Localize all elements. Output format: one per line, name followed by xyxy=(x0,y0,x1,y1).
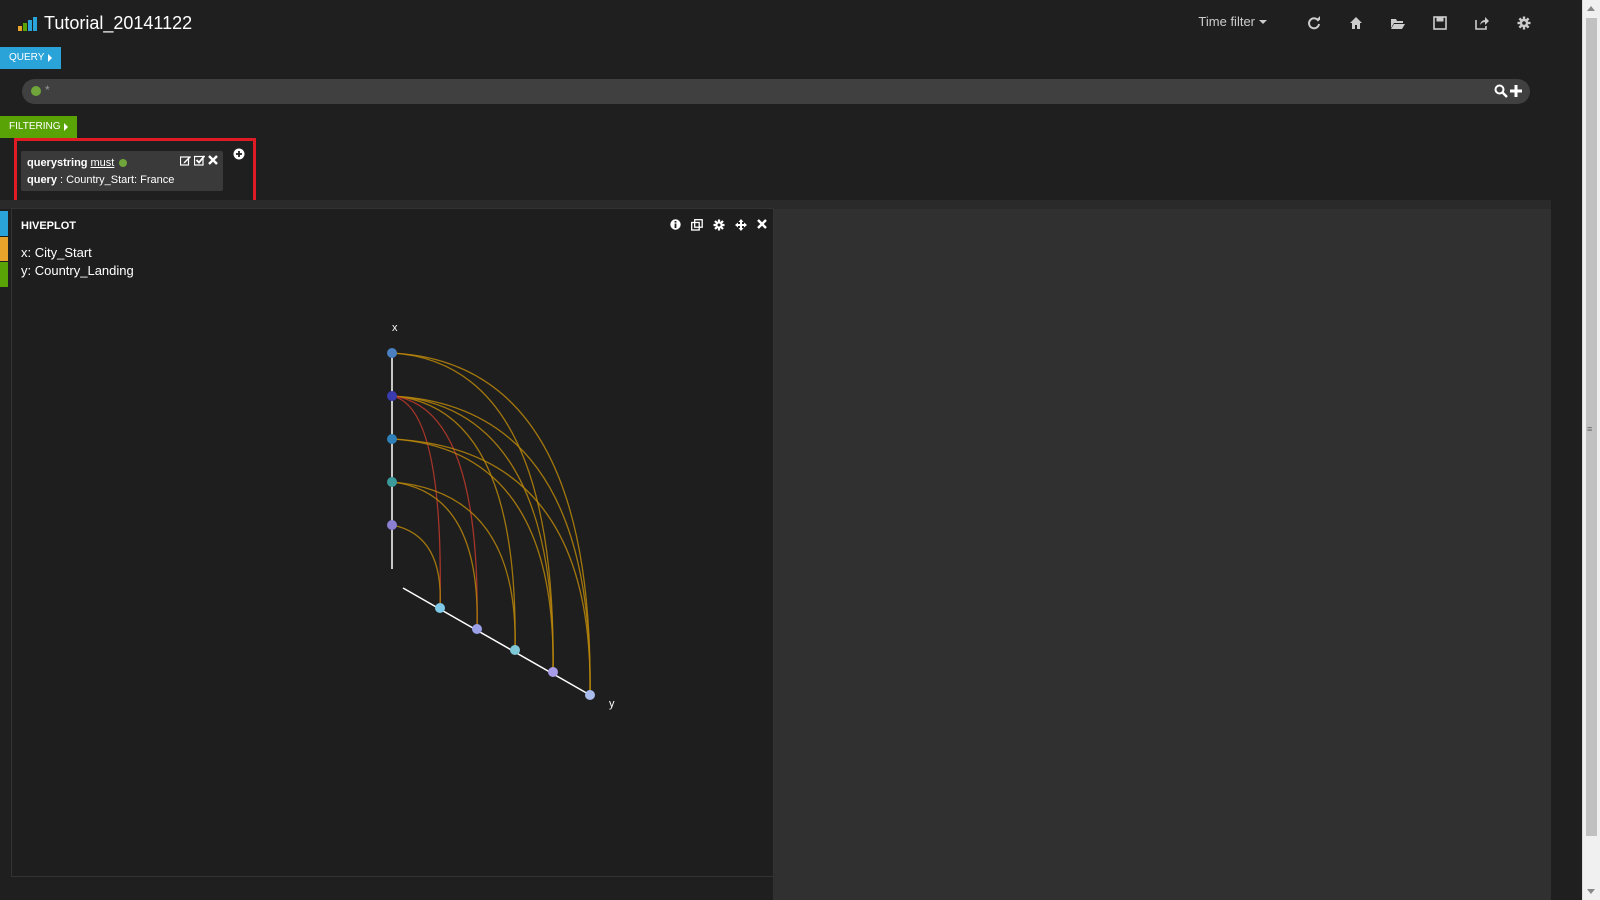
row-gutter xyxy=(0,209,11,900)
caret-right-icon xyxy=(64,123,69,131)
folder-open-icon[interactable] xyxy=(1377,14,1419,30)
filter-value: Country_Start: France xyxy=(66,174,175,186)
add-query-icon[interactable] xyxy=(1510,84,1522,98)
x-axis-node[interactable] xyxy=(387,348,397,358)
time-filter-label: Time filter xyxy=(1198,14,1255,30)
dashboard-title: Tutorial_20141122 xyxy=(44,13,193,33)
x-axis-node[interactable] xyxy=(387,520,397,530)
hiveplot-chart: x y xyxy=(387,322,615,710)
brand[interactable]: Tutorial_20141122 xyxy=(18,13,192,34)
gear-icon[interactable] xyxy=(1503,14,1545,30)
filter-type: querystring xyxy=(27,157,88,169)
row-settings-tab[interactable] xyxy=(0,237,8,261)
time-filter-dropdown[interactable]: Time filter xyxy=(1198,14,1267,29)
dashboard-logo-icon xyxy=(18,16,40,31)
hive-links xyxy=(391,352,591,696)
query-color-dot[interactable] xyxy=(31,86,41,96)
y-axis-line xyxy=(402,587,591,696)
hiveplot-panel: HIVEPLOT x: City_Start y: Country_Landin… xyxy=(11,208,774,877)
x-axis-label: x xyxy=(392,322,398,334)
y-axis-node[interactable] xyxy=(585,690,595,700)
toggle-check-icon[interactable] xyxy=(194,155,205,166)
empty-dashboard-area xyxy=(773,209,1551,900)
y-axis-node[interactable] xyxy=(548,667,558,677)
hive-link xyxy=(391,395,516,651)
filter-separator: : xyxy=(56,174,67,186)
share-icon[interactable] xyxy=(1461,14,1503,30)
nav-actions: Time filter xyxy=(1198,14,1545,30)
query-text: * xyxy=(45,83,50,97)
edit-icon[interactable] xyxy=(180,155,191,166)
caret-right-icon xyxy=(48,54,53,62)
filtering-toggle[interactable]: FILTERING xyxy=(0,116,78,138)
top-navbar: Tutorial_20141122 Time filter xyxy=(0,0,1583,46)
home-icon[interactable] xyxy=(1335,14,1377,30)
hive-link xyxy=(391,352,591,696)
filter-key: query xyxy=(27,174,57,186)
hive-link xyxy=(391,481,478,630)
save-icon[interactable] xyxy=(1419,14,1461,30)
hive-link xyxy=(391,395,441,609)
filter-query: query : Country_Start: France xyxy=(27,174,174,186)
scroll-down-arrow-icon[interactable] xyxy=(1587,889,1595,894)
hive-link xyxy=(391,438,591,696)
x-axis-node[interactable] xyxy=(387,434,397,444)
filter-header: querystring must xyxy=(27,157,128,169)
caret-down-icon xyxy=(1259,19,1267,24)
scroll-up-arrow-icon[interactable] xyxy=(1587,6,1595,11)
query-input[interactable]: * xyxy=(22,79,1530,104)
add-filter-icon[interactable] xyxy=(233,148,245,160)
search-icon[interactable] xyxy=(1494,84,1508,98)
filter-mode-link[interactable]: must xyxy=(91,157,115,169)
refresh-icon[interactable] xyxy=(1293,14,1335,30)
filter-card[interactable]: querystring must query : Country_Start: … xyxy=(21,151,223,191)
query-label: QUERY xyxy=(9,52,45,63)
filter-actions xyxy=(180,155,218,166)
query-toggle[interactable]: QUERY xyxy=(0,47,62,69)
y-axis-node[interactable] xyxy=(510,645,520,655)
y-axis-node[interactable] xyxy=(435,603,445,613)
window-scrollbar[interactable]: ≡ xyxy=(1582,0,1600,900)
scroll-grip-icon: ≡ xyxy=(1587,424,1593,434)
y-axis-label: y xyxy=(609,698,615,710)
x-axis-node[interactable] xyxy=(387,391,397,401)
hive-link xyxy=(391,395,591,696)
filter-status-dot xyxy=(119,159,128,167)
filtering-label: FILTERING xyxy=(9,121,61,132)
x-axis-node[interactable] xyxy=(387,477,397,487)
remove-filter-icon[interactable] xyxy=(208,155,218,165)
y-axis-node[interactable] xyxy=(472,624,482,634)
row-add-panel-tab[interactable] xyxy=(0,262,8,287)
row-collapse-tab[interactable] xyxy=(0,211,8,236)
search-actions xyxy=(1494,84,1522,98)
hive-link xyxy=(391,481,516,651)
